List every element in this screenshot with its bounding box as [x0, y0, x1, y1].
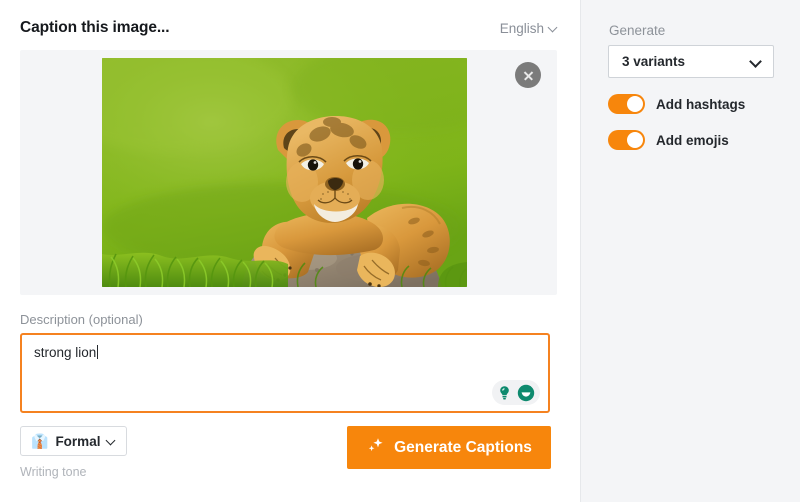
toggle-switch[interactable] — [608, 94, 645, 114]
generate-section-label: Generate — [609, 23, 666, 38]
image-preview-panel — [20, 50, 557, 295]
variants-value: 3 variants — [622, 54, 686, 69]
close-icon — [523, 70, 534, 81]
language-selector[interactable]: English — [500, 21, 560, 36]
caption-generator-app: Caption this image... English Descriptio… — [0, 0, 800, 502]
language-label: English — [499, 20, 544, 36]
generate-captions-button[interactable]: Generate Captions — [347, 426, 551, 469]
chevron-down-icon — [549, 24, 558, 33]
description-tools — [492, 380, 540, 405]
chat-bubble-icon[interactable] — [517, 384, 535, 402]
page-title: Caption this image... — [20, 19, 170, 36]
toggle-label: Add hashtags — [656, 96, 746, 112]
uploaded-image — [102, 58, 467, 287]
description-label: Description (optional) — [20, 312, 143, 327]
necktie-icon: 👔 — [31, 433, 49, 449]
toggle-add-hashtags[interactable]: Add hashtags — [608, 94, 745, 114]
toggle-switch[interactable] — [608, 130, 645, 150]
description-value: strong lion — [34, 345, 97, 360]
writing-tone-value: Formal — [55, 433, 101, 449]
main-column: Caption this image... English Descriptio… — [0, 0, 580, 502]
description-input[interactable]: strong lion — [20, 333, 550, 413]
writing-tone-caption: Writing tone — [20, 465, 87, 479]
chevron-down-icon — [107, 437, 116, 446]
text-caret — [97, 345, 99, 359]
chevron-down-icon — [751, 57, 761, 67]
header: Caption this image... English — [20, 14, 560, 42]
toggle-add-emojis[interactable]: Add emojis — [608, 130, 729, 150]
lightbulb-icon[interactable] — [497, 385, 512, 401]
generate-captions-label: Generate Captions — [394, 438, 532, 456]
variants-select[interactable]: 3 variants — [608, 45, 774, 78]
remove-image-button[interactable] — [515, 62, 541, 88]
toggle-knob — [627, 132, 643, 148]
settings-panel: Generate 3 variants Add hashtags Add emo… — [580, 0, 800, 502]
toggle-knob — [627, 96, 643, 112]
toggle-label: Add emojis — [656, 132, 729, 148]
sparkles-icon — [366, 436, 385, 460]
writing-tone-button[interactable]: 👔 Formal — [20, 426, 128, 456]
